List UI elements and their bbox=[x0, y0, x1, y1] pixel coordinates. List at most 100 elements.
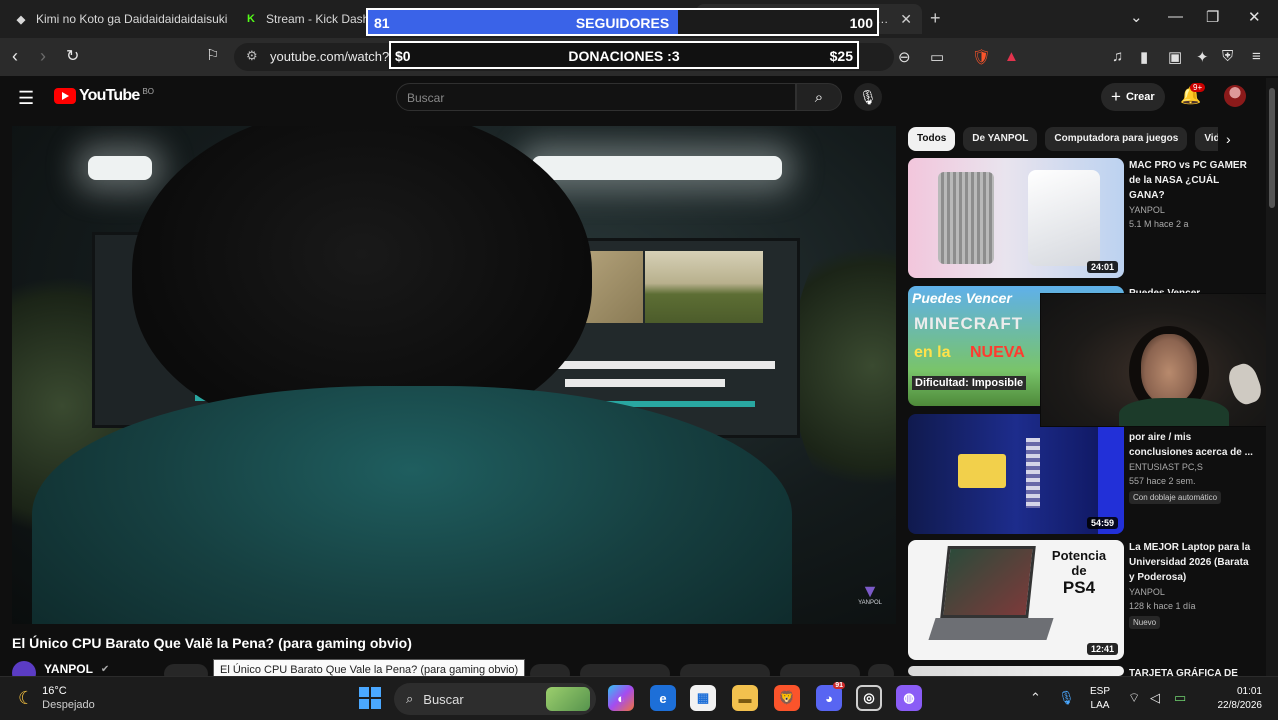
taskbar-search[interactable]: ⌕ Buscar bbox=[394, 683, 596, 715]
weather-widget[interactable]: ☾ 16°C Despejado bbox=[18, 684, 95, 712]
ceiling-lamp-left bbox=[88, 156, 152, 180]
thumbnail-text: en la bbox=[914, 344, 951, 361]
tab-title: Stream - Kick Dashboard bbox=[266, 12, 366, 26]
new-tab-button[interactable]: + bbox=[930, 8, 941, 29]
site-settings-icon[interactable]: ⚙ bbox=[246, 48, 258, 64]
vpn-icon[interactable]: ⛨ bbox=[1222, 48, 1233, 65]
recommendation-stats: 5.1 M hace 2 a bbox=[1129, 219, 1189, 229]
chat-app-icon[interactable]: ◍ bbox=[896, 685, 922, 711]
clock[interactable]: 01:01 22/8/2026 bbox=[1206, 685, 1263, 713]
tab-kick[interactable]: K Stream - Kick Dashboard bbox=[234, 4, 366, 34]
leo-ai-icon[interactable]: ✦ bbox=[1196, 48, 1209, 66]
voice-search-button[interactable]: 🎙 bbox=[854, 83, 882, 111]
tab-title: Kimi no Koto ga Daidaidaidaidaisuki bbox=[36, 12, 228, 26]
account-avatar[interactable] bbox=[1224, 85, 1246, 107]
thumbnail-text: Dificultad: Imposible bbox=[912, 376, 1027, 390]
close-window-button[interactable]: ✕ bbox=[1248, 8, 1261, 26]
brave-icon[interactable]: 🦁 bbox=[774, 685, 800, 711]
notifications-badge: 9+ bbox=[1190, 83, 1206, 92]
back-button[interactable]: ‹ bbox=[12, 46, 18, 67]
input-language[interactable]: ESP LAA bbox=[1090, 685, 1110, 713]
laptop-screen bbox=[940, 546, 1036, 618]
create-button[interactable]: + Crear bbox=[1101, 83, 1165, 111]
discord-icon[interactable]: ◕ 91 bbox=[816, 682, 845, 711]
recommendation-channel: YANPOL bbox=[1129, 205, 1165, 215]
bookmark-icon[interactable]: ⚐ bbox=[206, 46, 219, 64]
video-duration: 12:41 bbox=[1086, 643, 1118, 655]
tray-overflow-chevron-icon[interactable]: ⌃ bbox=[1030, 690, 1041, 706]
channel-row: YANPOL ✔ bbox=[12, 661, 110, 685]
plush-toy bbox=[1225, 360, 1265, 408]
wifi-icon[interactable]: ⌔ bbox=[1128, 690, 1140, 706]
youtube-logo[interactable]: YouTube BO bbox=[54, 87, 154, 105]
kick-icon: K bbox=[247, 13, 255, 25]
recommendation-title: TARJETA GRÁFICA DE bbox=[1129, 668, 1238, 676]
chip-all[interactable]: Todos bbox=[908, 127, 956, 151]
close-tab-icon[interactable]: ✕ bbox=[900, 11, 912, 28]
start-button[interactable] bbox=[359, 687, 381, 709]
menu-icon[interactable]: ≡ bbox=[1252, 48, 1261, 65]
notifications-button[interactable]: 🔔 9+ bbox=[1180, 83, 1206, 106]
copilot-icon[interactable]: ◐ bbox=[608, 685, 634, 711]
yanpol-logo-icon: ▼ bbox=[861, 581, 879, 601]
weather-condition: Despejado bbox=[42, 699, 95, 711]
file-explorer-icon[interactable]: ▬ bbox=[732, 685, 758, 711]
edge-icon[interactable]: e bbox=[650, 685, 676, 711]
page-scrollbar[interactable] bbox=[1266, 78, 1278, 676]
followers-goal-overlay: 81 SEGUIDORES 100 bbox=[366, 8, 879, 36]
search-input[interactable]: Buscar bbox=[396, 83, 796, 111]
thumbnail-text: Potencia bbox=[1051, 548, 1107, 563]
recommendation-item[interactable]: Potencia de PS4 12:41 La MEJOR Laptop pa… bbox=[908, 540, 1258, 660]
reload-button[interactable]: ↻ bbox=[66, 46, 79, 66]
recommendation-thumbnail[interactable] bbox=[908, 666, 1124, 676]
maximize-button[interactable]: ❐ bbox=[1206, 8, 1219, 26]
sidebar-icon[interactable]: ▮ bbox=[1140, 48, 1148, 66]
recommendation-title: La MEJOR Laptop para la Universidad 2026… bbox=[1129, 542, 1251, 583]
windows-taskbar: ☾ 16°C Despejado ⌕ Buscar ◐ e ▦ ▬ 🦁 ◕ 91 … bbox=[0, 676, 1278, 720]
brave-shields-icon[interactable]: 🛡 bbox=[972, 48, 991, 66]
recommendation-item[interactable]: TARJETA GRÁFICA DE bbox=[908, 666, 1258, 676]
chip-videos[interactable]: Vid bbox=[1195, 127, 1218, 151]
minimize-button[interactable]: — bbox=[1168, 8, 1183, 25]
verified-icon: ✔ bbox=[100, 663, 110, 675]
ram-sticks bbox=[1026, 438, 1040, 508]
create-label: Crear bbox=[1125, 91, 1155, 103]
channel-name[interactable]: YANPOL bbox=[44, 662, 93, 676]
timeline-clip bbox=[555, 361, 775, 369]
chip-gaming-pc[interactable]: Computadora para juegos bbox=[1045, 127, 1188, 151]
chip-from-channel[interactable]: De YANPOL bbox=[963, 127, 1038, 151]
tab-kimi[interactable]: ◆ Kimi no Koto ga Daidaidaidaidaisuki bbox=[4, 4, 230, 34]
video-title: El Único CPU Barato Que Valĕ la Pena? (p… bbox=[12, 635, 412, 651]
channel-watermark[interactable]: ▼ YANPOL bbox=[858, 582, 882, 606]
keyboard-layout: LAA bbox=[1090, 700, 1110, 711]
dubbing-tag: Con doblaje automático bbox=[1129, 491, 1222, 504]
store-icon[interactable]: ▦ bbox=[690, 685, 716, 711]
obs-icon[interactable]: ◎ bbox=[856, 685, 882, 711]
zoom-icon[interactable]: ⊖ bbox=[898, 48, 911, 66]
hamburger-menu-icon[interactable]: ☰ bbox=[18, 88, 34, 109]
recommendation-thumbnail[interactable]: 24:01 bbox=[908, 158, 1124, 278]
recommendation-thumbnail[interactable]: 54:59 bbox=[908, 414, 1124, 534]
tab-search-chevron-icon[interactable]: ⌄ bbox=[1130, 8, 1143, 26]
recommendation-item[interactable]: 24:01 MAC PRO vs PC GAMER de la NASA ¿CU… bbox=[908, 158, 1258, 278]
chips-next-chevron-icon[interactable]: › bbox=[1226, 131, 1231, 147]
microphone-tray-icon[interactable]: 🎙 bbox=[1058, 690, 1075, 706]
search-button[interactable]: ⌕ bbox=[796, 83, 842, 111]
plus-icon: + bbox=[1111, 87, 1121, 106]
thumbnail-text: MINECRAFT bbox=[914, 314, 1024, 333]
forward-button[interactable]: › bbox=[40, 46, 46, 67]
pc-case-window bbox=[958, 454, 1006, 488]
battery-icon[interactable]: ▭ bbox=[1174, 690, 1186, 706]
volume-icon[interactable]: ◁ bbox=[1150, 690, 1160, 706]
music-icon[interactable]: ♫ bbox=[1112, 48, 1123, 65]
brave-rewards-icon[interactable]: ▲ bbox=[1004, 48, 1019, 65]
wallet-icon[interactable]: ▣ bbox=[1168, 48, 1182, 66]
thumbnail-text: de bbox=[1071, 563, 1087, 578]
recommendation-thumbnail[interactable]: Potencia de PS4 12:41 bbox=[908, 540, 1124, 660]
scrollbar-thumb[interactable] bbox=[1269, 88, 1275, 208]
cast-icon[interactable]: ▭ bbox=[930, 48, 944, 66]
video-player[interactable]: ▼ YANPOL bbox=[12, 126, 896, 624]
search-placeholder: Buscar bbox=[407, 91, 445, 105]
laptop-keyboard bbox=[928, 618, 1054, 640]
recommendation-item[interactable]: 54:59 por aire / mis conclusiones acerca… bbox=[908, 414, 1258, 534]
